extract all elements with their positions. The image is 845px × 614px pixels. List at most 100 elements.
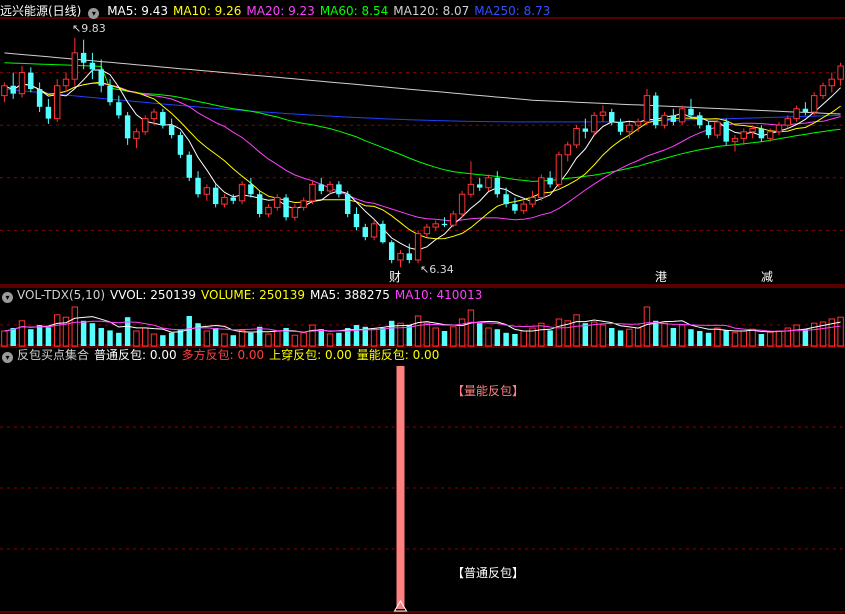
volume-bar xyxy=(634,327,642,347)
volume-bar xyxy=(397,322,404,347)
candle-body xyxy=(186,154,192,178)
volume-bar xyxy=(643,306,651,347)
volume-bar xyxy=(617,330,624,346)
candle-body xyxy=(370,223,378,238)
volume-bar xyxy=(740,330,748,347)
volume-bar xyxy=(414,315,422,347)
volume-bar xyxy=(467,309,475,347)
high-price-label: ↖9.83 xyxy=(72,22,106,35)
candle-body xyxy=(107,85,113,103)
volume-bar xyxy=(36,325,43,346)
volume-bar xyxy=(89,323,96,346)
candle-body xyxy=(150,111,158,120)
candle-body xyxy=(793,108,800,120)
candle-body xyxy=(653,95,659,126)
candle-body xyxy=(10,85,16,94)
candle-body xyxy=(512,204,518,211)
candle-body xyxy=(819,85,827,97)
candle-body xyxy=(688,108,694,116)
volume-bar xyxy=(10,328,16,346)
vol-indicator: MA5: 388275 xyxy=(309,288,390,302)
volume-bar xyxy=(503,332,509,346)
volume-bar xyxy=(697,331,703,346)
chevron-down-icon[interactable]: ▾ xyxy=(2,352,13,363)
candle-body xyxy=(336,184,342,195)
candle-body xyxy=(230,197,236,201)
candle-body xyxy=(274,197,281,208)
event-flag-finance[interactable]: 财 xyxy=(389,270,401,284)
candle-body xyxy=(749,127,756,133)
candle-body xyxy=(1,85,8,97)
volume-bar xyxy=(837,316,844,347)
chevron-down-icon[interactable]: ▾ xyxy=(88,8,100,19)
candle-body xyxy=(124,115,131,139)
vol-chart-header: ▾ VOL-TDX(5,10) VVOL: 250139 VOLUME: 250139… xyxy=(0,286,492,304)
volume-bar xyxy=(230,335,236,346)
candle-body xyxy=(291,206,299,218)
volume-bar xyxy=(326,333,334,347)
volume-bar xyxy=(653,320,659,346)
volume-bar xyxy=(441,331,448,346)
volume-bar xyxy=(291,334,299,347)
volume-bar xyxy=(512,334,518,346)
volume-bar xyxy=(160,335,166,346)
candle-body xyxy=(414,233,422,261)
candle-body xyxy=(766,131,774,139)
candle-body xyxy=(53,85,61,120)
candle-body xyxy=(705,125,712,136)
volume-bar xyxy=(731,332,739,347)
signal-indicator: 反包买点集合 xyxy=(17,348,90,362)
event-flag-hk[interactable]: 港 xyxy=(655,270,667,284)
candle-body xyxy=(582,128,589,132)
volume-bar xyxy=(45,327,52,346)
candle-body xyxy=(283,197,289,218)
volume-bar xyxy=(212,328,219,346)
volume-bar xyxy=(590,321,598,347)
volume-bar xyxy=(133,330,140,347)
volume-bar xyxy=(678,324,686,347)
candle-body xyxy=(388,242,395,260)
candle-body xyxy=(740,131,748,139)
ma-indicator: MA120: 8.07 xyxy=(393,4,470,18)
volume-bar xyxy=(150,333,158,347)
chevron-down-icon[interactable]: ▾ xyxy=(2,292,13,303)
candle-body xyxy=(643,95,651,123)
candle-body xyxy=(80,52,87,63)
volume-bar xyxy=(802,329,809,346)
ma-indicator: MA5: 9.43 xyxy=(107,4,168,18)
volume-bar xyxy=(705,332,712,346)
candle-body xyxy=(36,89,43,107)
low-arrow-icon: ↖ xyxy=(420,263,430,276)
volume-bar xyxy=(28,329,34,346)
candle-body xyxy=(168,125,175,136)
volume-bar xyxy=(547,330,553,346)
candle-body xyxy=(670,115,677,122)
vol-indicator: VOLUME: 250139 xyxy=(201,288,305,302)
low-price-label: ↖6.34 xyxy=(420,263,454,276)
volume-bar xyxy=(485,327,492,347)
volume-bar xyxy=(265,333,272,347)
candle-body xyxy=(503,194,509,205)
candle-body xyxy=(476,184,483,188)
volume-bar xyxy=(494,329,501,346)
volume-bar xyxy=(248,332,254,346)
candle-body xyxy=(89,62,96,70)
candle-body xyxy=(98,69,104,86)
event-flag-reduce[interactable]: 减 xyxy=(761,270,773,284)
candle-body xyxy=(133,131,140,139)
candle-body xyxy=(784,118,792,126)
candle-body xyxy=(344,194,351,214)
candle-body xyxy=(810,95,818,113)
candle-body xyxy=(731,137,739,143)
candle-body xyxy=(758,128,765,139)
volume-bar xyxy=(107,330,113,346)
candle-body xyxy=(837,65,844,80)
ma-indicator: MA250: 8.73 xyxy=(474,4,551,18)
candle-body xyxy=(160,112,166,126)
candle-body xyxy=(714,121,721,136)
volume-bar xyxy=(18,320,26,347)
candle-body xyxy=(723,121,729,142)
volume-bar xyxy=(256,326,263,346)
volume-bar xyxy=(300,332,307,347)
candle-body xyxy=(397,252,404,261)
